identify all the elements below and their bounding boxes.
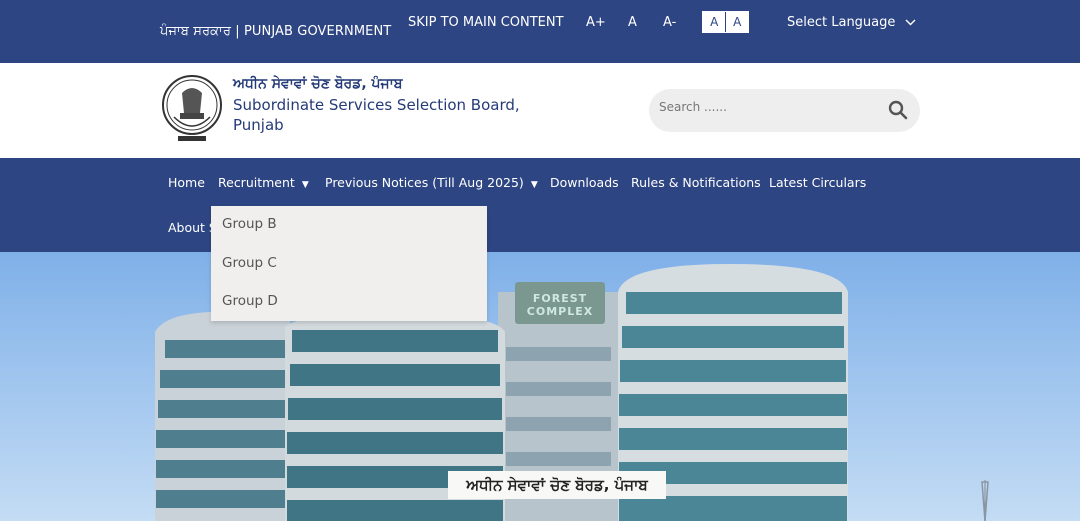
- hero-banner-image: FOREST COMPLEX ਅਧੀਨ ਸੇਵਾਵਾਂ ਚੋਣ ਬੋਰਡ, ਪੰ…: [0, 252, 1080, 521]
- nav-item-about[interactable]: About S: [168, 220, 217, 235]
- nav-item-recruitment-label: Recruitment: [218, 175, 295, 190]
- font-increase-button[interactable]: A+: [586, 15, 606, 30]
- nav-item-previous-notices-label: Previous Notices (Till Aug 2025): [325, 175, 524, 190]
- dropdown-item-group-d[interactable]: Group D: [222, 293, 278, 309]
- language-selector[interactable]: Select Language: [787, 15, 916, 30]
- nav-item-home[interactable]: Home: [168, 175, 205, 190]
- nav-item-previous-notices[interactable]: Previous Notices (Till Aug 2025) ▼: [325, 175, 538, 190]
- nav-item-downloads[interactable]: Downloads: [550, 175, 619, 190]
- search-box: [649, 89, 920, 132]
- nav-item-rules-notifications[interactable]: Rules & Notifications: [631, 175, 761, 190]
- caret-down-icon: ▼: [301, 180, 309, 190]
- font-normal-button[interactable]: A: [628, 15, 637, 30]
- font-decrease-button[interactable]: A-: [663, 15, 676, 30]
- board-title-punjabi: ਅਧੀਨ ਸੇਵਾਵਾਂ ਚੋਣ ਬੋਰਡ, ਪੰਜਾਬ: [233, 76, 403, 92]
- search-input[interactable]: [659, 100, 859, 114]
- recruitment-dropdown-menu: Group B Group C Group D: [211, 206, 487, 321]
- search-icon[interactable]: [888, 100, 908, 120]
- contrast-dark-button[interactable]: A: [725, 12, 748, 32]
- nav-item-recruitment[interactable]: Recruitment ▼: [218, 175, 309, 190]
- language-label: Select Language: [787, 15, 896, 30]
- board-title-english: Subordinate Services Selection Board, Pu…: [233, 96, 520, 134]
- building-sign: FOREST COMPLEX: [526, 292, 594, 318]
- contrast-toggle: A A: [702, 11, 749, 33]
- top-bar: ਪੰਜਾਬ ਸਰਕਾਰ | PUNJAB GOVERNMENT SKIP TO …: [0, 0, 1080, 63]
- main-navigation: Home Recruitment ▼ Previous Notices (Till…: [0, 158, 1080, 252]
- dropdown-item-group-b[interactable]: Group B: [222, 216, 277, 232]
- caret-down-icon: ▼: [530, 180, 538, 190]
- skip-to-main-content-link[interactable]: SKIP TO MAIN CONTENT: [408, 15, 564, 30]
- site-header: ਅਧੀਨ ਸੇਵਾਵਾਂ ਚੋਣ ਬੋਰਡ, ਪੰਜਾਬ Subordinate…: [0, 63, 1080, 158]
- hero-caption-banner: ਅਧੀਨ ਸੇਵਾਵਾਂ ਚੋਣ ਬੋਰਡ, ਪੰਜਾਬ: [448, 471, 666, 499]
- state-emblem-logo[interactable]: [160, 73, 224, 145]
- government-label: ਪੰਜਾਬ ਸਰਕਾਰ | PUNJAB GOVERNMENT: [160, 24, 392, 39]
- contrast-light-button[interactable]: A: [703, 12, 726, 32]
- nav-item-latest-circulars[interactable]: Latest Circulars: [769, 175, 866, 190]
- dropdown-item-group-c[interactable]: Group C: [222, 255, 277, 271]
- chevron-down-icon: [905, 15, 916, 30]
